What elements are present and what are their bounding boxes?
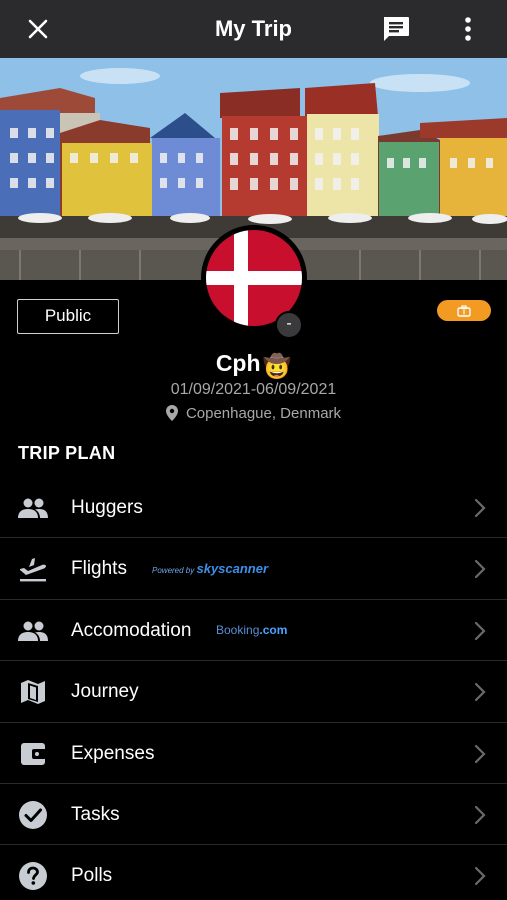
more-options-button[interactable]: [448, 0, 488, 58]
wallet-icon: [17, 738, 49, 770]
check-circle-icon: [17, 799, 49, 831]
more-vertical-icon: [465, 17, 471, 41]
chevron-right-icon: [474, 744, 486, 763]
section-title: TRIP PLAN: [18, 443, 116, 463]
plan-item-tasks[interactable]: Tasks: [0, 784, 507, 846]
plan-item-label: Accomodation: [71, 619, 192, 641]
suitcase-badge[interactable]: [437, 300, 491, 321]
powered-by-text: Powered by: [152, 566, 195, 576]
plan-item-label: Tasks: [71, 803, 120, 825]
trip-location-text: Copenhague, Denmark: [185, 405, 342, 422]
booking-com-text: .com: [259, 622, 288, 637]
plan-item-accomodation[interactable]: Accomodation Booking.com: [0, 600, 507, 662]
chevron-right-icon: [474, 867, 486, 886]
plan-item-label: Flights: [71, 558, 127, 580]
trip-dates: 01/09/2021-06/09/2021: [170, 381, 337, 398]
booking-logo: Booking.com: [216, 600, 287, 661]
plan-item-huggers[interactable]: Huggers: [0, 477, 507, 539]
help-circle-icon: [17, 860, 49, 892]
plan-item-polls[interactable]: Polls: [0, 845, 507, 900]
plan-item-flights[interactable]: Flights Powered by skyscanner: [0, 538, 507, 601]
chevron-right-icon: [474, 805, 486, 825]
chevron-right-icon: [474, 683, 486, 702]
remove-avatar-button[interactable]: -: [275, 311, 303, 339]
page-title: My Trip: [214, 16, 292, 41]
skyscanner-logo: Powered by skyscanner: [152, 538, 268, 601]
trip-location: Copenhague, Denmark: [0, 405, 507, 422]
visibility-button[interactable]: Public: [17, 299, 119, 334]
plan-item-label: Journey: [71, 681, 139, 703]
map-icon: [17, 676, 49, 708]
chat-icon: [384, 17, 409, 41]
trip-name-text: Cph: [215, 350, 261, 376]
plan-item-label: Polls: [71, 865, 113, 887]
flight-takeoff-icon: [17, 553, 49, 585]
chevron-right-icon: [474, 621, 486, 640]
plan-item-label: Huggers: [71, 497, 143, 518]
chat-button[interactable]: [372, 0, 420, 58]
trip-name: Cph🤠: [0, 350, 507, 380]
plan-item-journey[interactable]: Journey: [0, 661, 507, 723]
top-bar: My Trip: [0, 0, 507, 58]
plan-item-label: Expenses: [71, 742, 155, 764]
trip-plan-list: Huggers Flights Powered by skyscanner Ac…: [0, 477, 507, 900]
group-icon: [17, 492, 49, 524]
plan-item-expenses[interactable]: Expenses: [0, 723, 507, 784]
location-pin-icon: [165, 405, 178, 421]
suitcase-icon: [457, 304, 471, 317]
skyscanner-text: skyscanner: [196, 561, 269, 577]
booking-text: Booking: [216, 622, 260, 637]
cowboy-emoji-icon: 🤠: [262, 353, 292, 379]
chevron-right-icon: [474, 498, 486, 518]
chevron-right-icon: [474, 560, 486, 579]
group-icon: [17, 615, 49, 647]
